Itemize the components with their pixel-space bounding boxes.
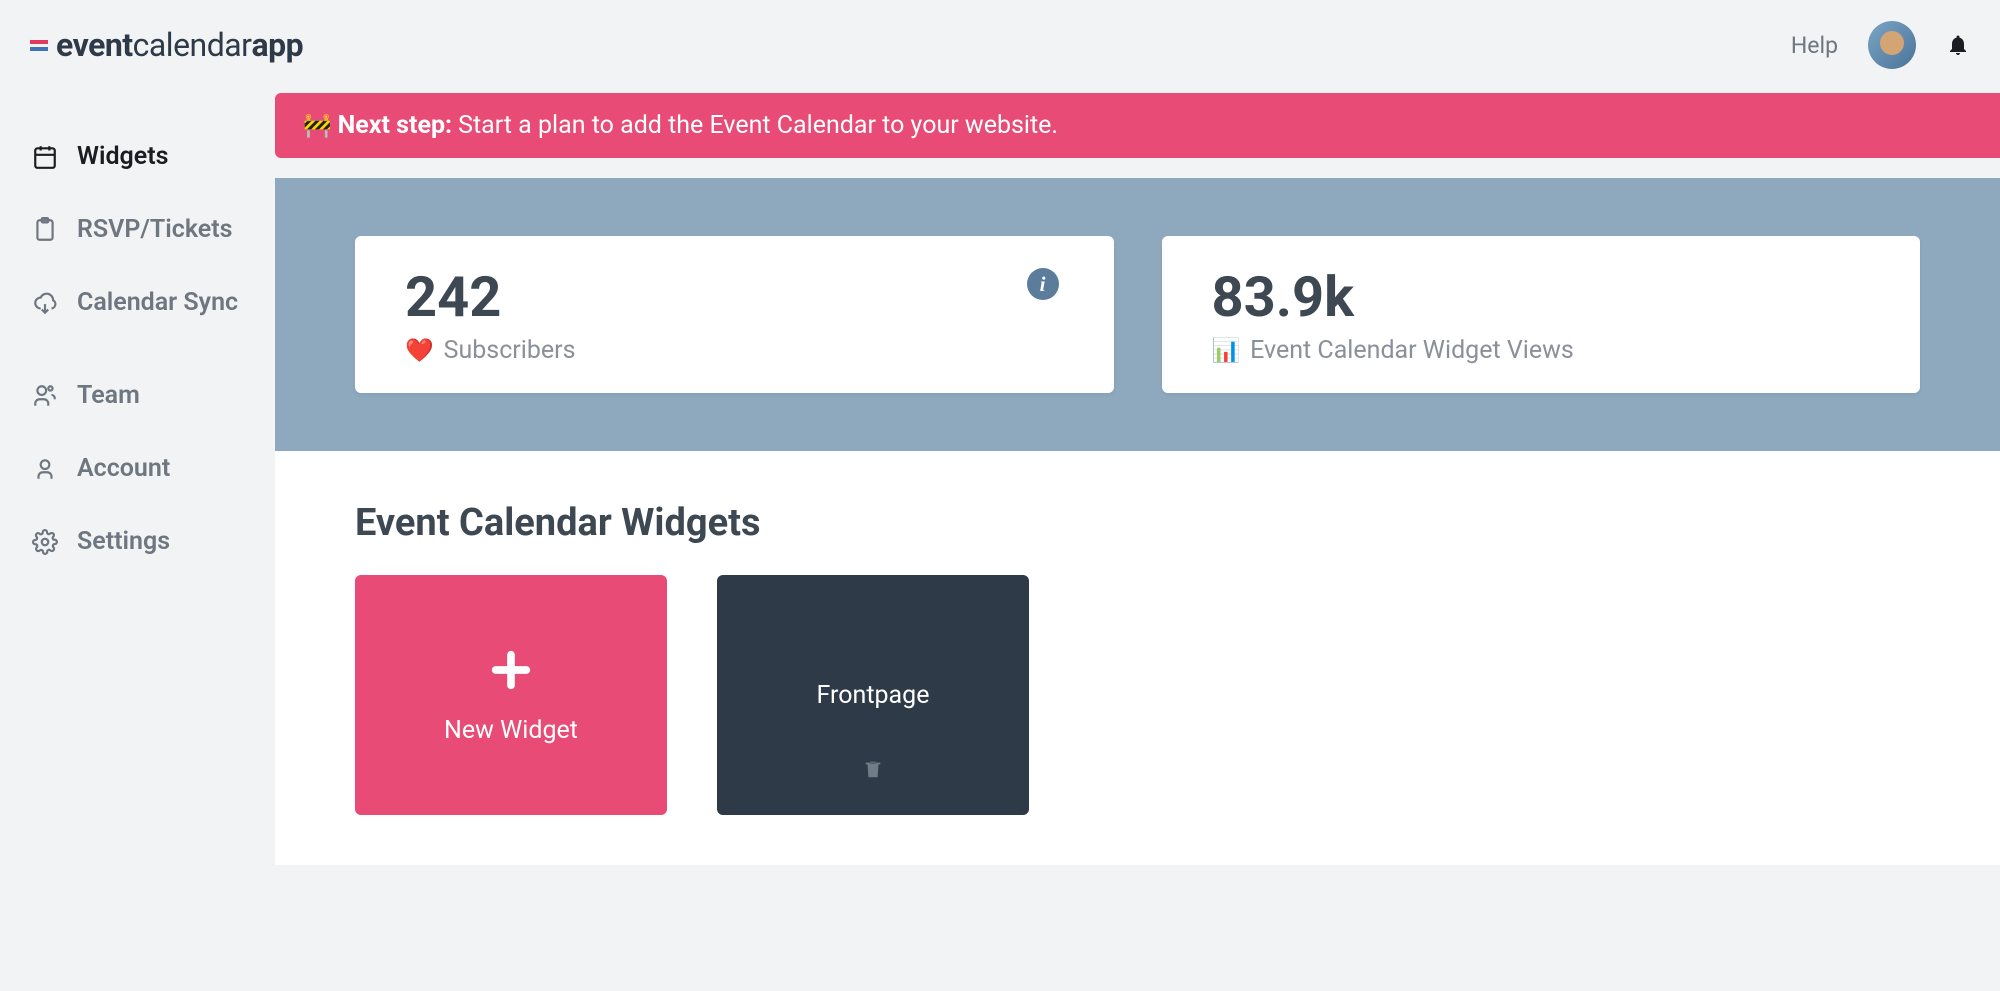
trash-icon[interactable] [862, 758, 884, 787]
subscribers-label: ❤️ Subscribers [405, 336, 1078, 365]
logo-bars-icon [30, 40, 48, 51]
avatar[interactable] [1868, 21, 1916, 69]
sidebar: Widgets RSVP/Tickets Calendar Sync [0, 90, 275, 865]
logo[interactable]: eventcalendarapp [30, 26, 303, 64]
sidebar-item-rsvp[interactable]: RSVP/Tickets [30, 193, 275, 266]
banner-strong: Next step: [338, 111, 452, 140]
sidebar-item-label: Team [77, 381, 140, 410]
sidebar-item-label: Widgets [77, 142, 168, 171]
views-card: 83.9k 📊 Event Calendar Widget Views [1162, 236, 1921, 393]
widget-card-frontpage[interactable]: Frontpage [717, 575, 1029, 815]
account-icon [30, 456, 60, 482]
gear-icon [30, 529, 60, 555]
main-content: 🚧 Next step: Start a plan to add the Eve… [275, 90, 2000, 865]
team-icon [30, 383, 60, 409]
plus-icon [488, 646, 534, 702]
cloud-sync-icon [30, 290, 60, 316]
views-value: 83.9k [1212, 264, 1885, 330]
sidebar-item-calendar-sync[interactable]: Calendar Sync [30, 266, 275, 339]
widgets-grid: New Widget Frontpage [355, 575, 1920, 815]
subscribers-value: 242 [405, 264, 1078, 330]
new-widget-label: New Widget [444, 716, 578, 745]
sidebar-item-team[interactable]: Team [30, 359, 275, 432]
header: eventcalendarapp Help [0, 0, 2000, 90]
header-right: Help [1791, 21, 1970, 69]
bell-icon[interactable] [1946, 31, 1970, 59]
calendar-icon [30, 144, 60, 170]
construction-icon: 🚧 [303, 112, 332, 139]
sidebar-item-label: RSVP/Tickets [77, 215, 232, 244]
next-step-banner[interactable]: 🚧 Next step: Start a plan to add the Eve… [275, 93, 2000, 158]
sidebar-item-label: Account [77, 454, 170, 483]
sidebar-item-account[interactable]: Account [30, 432, 275, 505]
clipboard-icon [30, 217, 60, 243]
subscribers-card: 242 ❤️ Subscribers i [355, 236, 1114, 393]
banner-text: Start a plan to add the Event Calendar t… [458, 111, 1058, 140]
sidebar-item-label: Calendar Sync [77, 288, 238, 317]
heart-icon: ❤️ [405, 337, 434, 364]
logo-text: eventcalendarapp [56, 26, 303, 64]
stats-section: 242 ❤️ Subscribers i 83.9k 📊 Event Calen… [275, 178, 2000, 451]
sidebar-item-widgets[interactable]: Widgets [30, 120, 275, 193]
sidebar-item-label: Settings [77, 527, 170, 556]
content-wrapper: Widgets RSVP/Tickets Calendar Sync [0, 90, 2000, 865]
widgets-title: Event Calendar Widgets [355, 501, 1920, 545]
widgets-section: Event Calendar Widgets New Widget Frontp… [275, 451, 2000, 865]
widget-name: Frontpage [817, 681, 930, 710]
chart-icon: 📊 [1212, 337, 1241, 364]
info-icon[interactable]: i [1027, 268, 1059, 300]
views-label: 📊 Event Calendar Widget Views [1212, 336, 1885, 365]
help-link[interactable]: Help [1791, 32, 1838, 59]
sidebar-item-settings[interactable]: Settings [30, 505, 275, 578]
new-widget-button[interactable]: New Widget [355, 575, 667, 815]
